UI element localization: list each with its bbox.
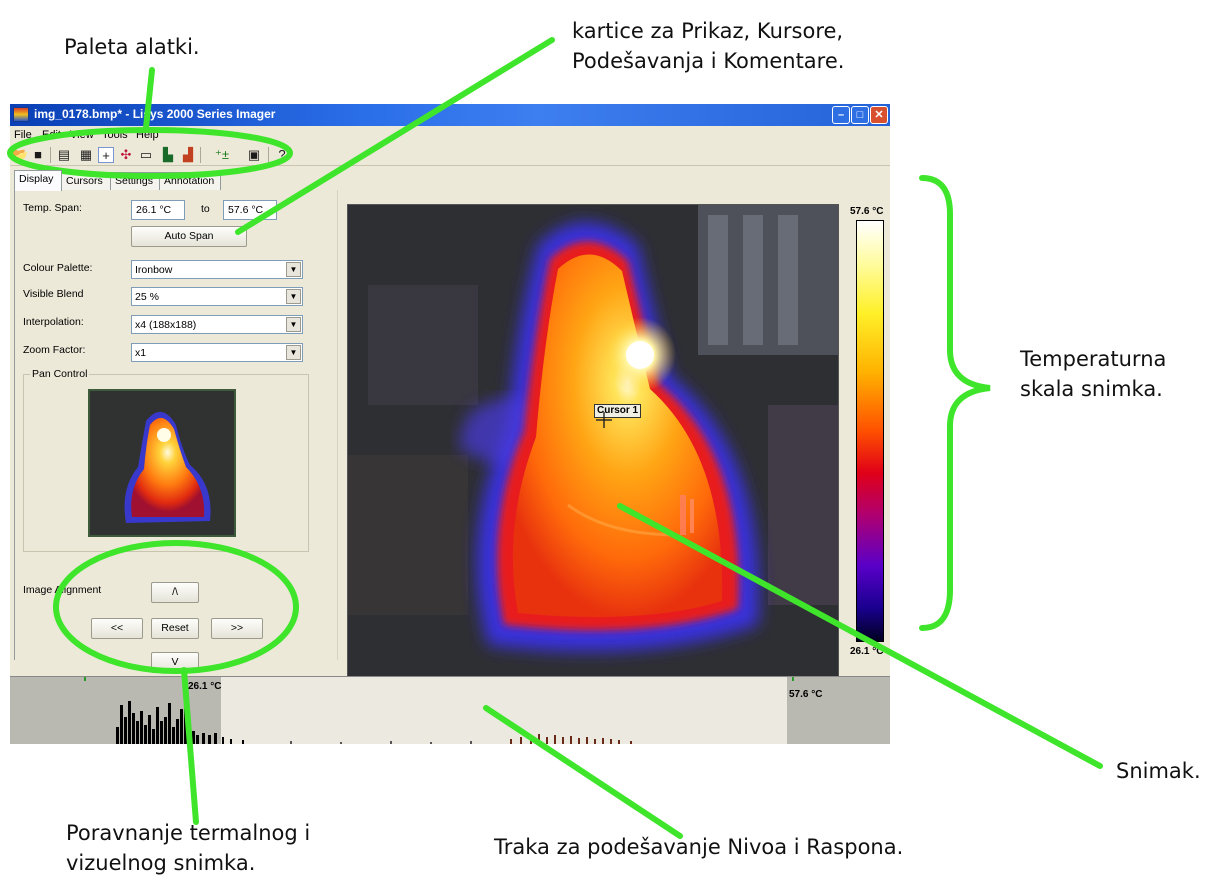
annotation-alignment-line2: vizuelnog snimka.	[66, 851, 256, 875]
temperature-scale: 57.6 °C 26.1 °C	[850, 200, 890, 692]
thermal-image-canvas	[348, 205, 838, 687]
annotation-level-span-text: Traka za podešavanje Nivoa i Raspona.	[494, 835, 904, 859]
blend-label: Visible Blend	[23, 288, 84, 300]
annotation-scale-line1: Temperaturna	[1020, 347, 1167, 371]
annotation-tabs-line1: kartice za Prikaz, Kursore,	[572, 19, 844, 43]
palette-label: Colour Palette:	[23, 262, 93, 274]
blend-value: 25 %	[135, 291, 159, 303]
interpolation-select[interactable]: x4 (188x188) ▼	[131, 315, 303, 334]
to-label: to	[201, 203, 210, 215]
level-span-histogram[interactable]: 26.1 °C 57.6 °C	[10, 676, 890, 744]
annotation-level-span: Traka za podešavanje Nivoa i Raspona.	[494, 832, 903, 862]
zoom-select[interactable]: x1 ▼	[131, 343, 303, 362]
histogram-icon[interactable]: ▙	[160, 147, 176, 163]
menu-bar: File Edit View Tools Help	[10, 126, 890, 144]
annotation-image-text: Snimak.	[1116, 759, 1201, 783]
temp-span-label: Temp. Span:	[23, 202, 82, 214]
menu-help[interactable]: Help	[136, 129, 159, 141]
toolbar-separator	[50, 147, 51, 163]
scale-callout-brace	[919, 175, 991, 631]
scale-max-label: 57.6 °C	[850, 206, 884, 217]
minimize-button[interactable]: –	[832, 106, 850, 124]
crosshair-icon[interactable]: +	[98, 147, 114, 163]
temp-max-field[interactable]: 57.6 °C	[223, 200, 277, 220]
chevron-down-icon[interactable]: ▼	[286, 262, 301, 277]
tab-annotation[interactable]: Annotation	[159, 172, 221, 190]
align-down-button[interactable]: V	[151, 652, 199, 673]
save-icon[interactable]: ■	[30, 147, 46, 163]
annotation-tabs: kartice za Prikaz, Kursore, Podešavanja …	[572, 16, 844, 76]
menu-edit[interactable]: Edit	[42, 129, 61, 141]
menu-file[interactable]: File	[14, 129, 32, 141]
move-cursor-icon[interactable]: ✣	[118, 147, 134, 163]
tab-cursors[interactable]: Cursors	[61, 172, 111, 190]
pan-control-group: Pan Control	[23, 368, 309, 552]
chevron-down-icon[interactable]: ▼	[286, 289, 301, 304]
annotation-scale-line2: skala snimka.	[1020, 377, 1163, 401]
palette-select[interactable]: Ironbow ▼	[131, 260, 303, 279]
pan-thumbnail-image	[90, 391, 234, 535]
toolbar-separator	[268, 147, 269, 163]
image-alignment-label: Image Alignment	[23, 584, 102, 596]
palette-value: Ironbow	[135, 264, 173, 276]
export-icon[interactable]: ▦	[78, 147, 94, 163]
align-reset-button[interactable]: Reset	[151, 618, 199, 639]
menu-tools[interactable]: Tools	[102, 129, 128, 141]
interpolation-label: Interpolation:	[23, 316, 84, 328]
toolbar: 📂 ■ ▤ ▦ + ✣ ▭ ▙ ▟ ⁺± ▣ ?	[10, 144, 890, 166]
tab-display[interactable]: Display	[14, 170, 62, 191]
histogram-high-label: 57.6 °C	[789, 689, 823, 700]
color-scale-bar	[856, 220, 884, 642]
help-icon[interactable]: ?	[274, 147, 290, 163]
info-icon[interactable]: ▣	[246, 147, 262, 163]
blend-select[interactable]: 25 % ▼	[131, 287, 303, 306]
maximize-button[interactable]: □	[851, 106, 869, 124]
align-right-button[interactable]: >>	[211, 618, 263, 639]
chevron-down-icon[interactable]: ▼	[286, 345, 301, 360]
histogram-color-icon[interactable]: ▟	[180, 147, 196, 163]
window-title: img_0178.bmp* - Lisys 2000 Series Imager	[34, 107, 276, 121]
pan-control-label: Pan Control	[30, 368, 90, 380]
auto-span-button[interactable]: Auto Span	[131, 226, 247, 247]
add-cursor-icon[interactable]: ⁺±	[214, 147, 230, 163]
thermal-image[interactable]: Cursor 1	[347, 204, 839, 688]
annotation-toolbar-text: Paleta alatki.	[64, 35, 200, 59]
close-button[interactable]: ✕	[870, 106, 888, 124]
align-up-button[interactable]: /\	[151, 582, 199, 603]
tab-settings[interactable]: Settings	[110, 172, 160, 190]
annotation-alignment: Poravnanje termalnog i vizuelnog snimka.	[66, 818, 310, 878]
title-bar[interactable]: img_0178.bmp* - Lisys 2000 Series Imager…	[10, 104, 890, 126]
annotation-alignment-line1: Poravnanje termalnog i	[66, 821, 311, 845]
toolbar-separator	[200, 147, 201, 163]
zoom-value: x1	[135, 347, 147, 359]
menu-view[interactable]: View	[70, 129, 94, 141]
scale-min-label: 26.1 °C	[850, 646, 884, 657]
histogram-low-label: 26.1 °C	[188, 681, 222, 692]
temp-min-field[interactable]: 26.1 °C	[131, 200, 185, 220]
display-panel: Temp. Span: 26.1 °C to 57.6 °C Auto Span…	[14, 190, 338, 673]
annotation-tabs-line2: Podešavanja i Komentare.	[572, 49, 845, 73]
annotation-image: Snimak.	[1116, 756, 1201, 786]
properties-icon[interactable]: ▤	[56, 147, 72, 163]
align-left-button[interactable]: <<	[91, 618, 143, 639]
open-icon[interactable]: 📂	[12, 147, 28, 163]
rectangle-icon[interactable]: ▭	[138, 147, 154, 163]
interpolation-value: x4 (188x188)	[135, 319, 197, 331]
histogram-bars	[84, 677, 794, 744]
annotation-toolbar: Paleta alatki.	[64, 32, 200, 62]
pan-thumbnail[interactable]	[88, 389, 236, 537]
annotation-scale: Temperaturna skala snimka.	[1020, 344, 1166, 404]
zoom-label: Zoom Factor:	[23, 344, 86, 356]
chevron-down-icon[interactable]: ▼	[286, 317, 301, 332]
application-window: img_0178.bmp* - Lisys 2000 Series Imager…	[10, 104, 890, 744]
crosshair-icon[interactable]	[596, 412, 612, 428]
app-icon	[13, 107, 29, 122]
